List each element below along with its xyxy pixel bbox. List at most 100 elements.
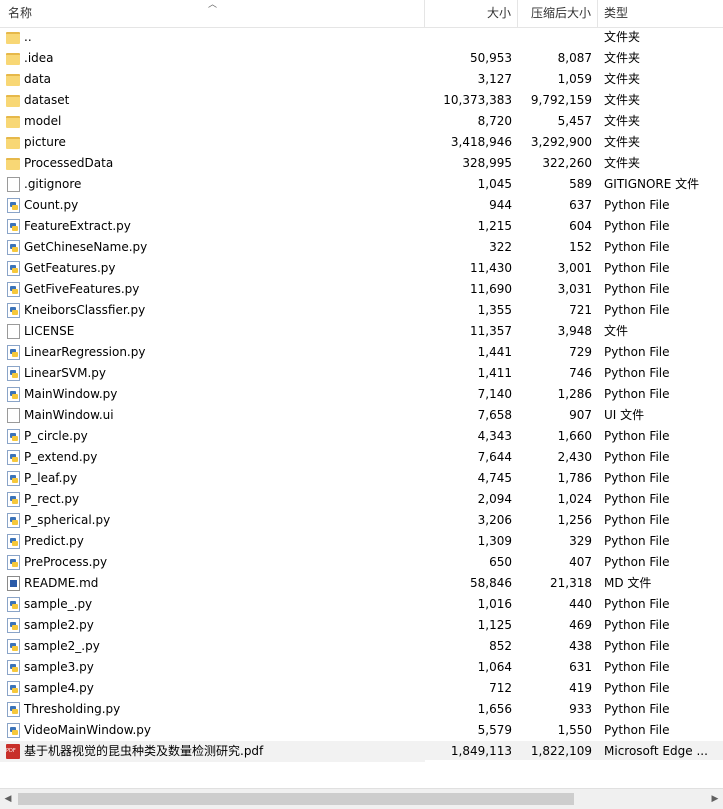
file-size: 7,644	[477, 450, 512, 464]
file-type: Python File	[604, 282, 670, 296]
file-row[interactable]: sample4.py 712 419 Python File	[0, 678, 723, 699]
file-row[interactable]: Thresholding.py 1,656 933 Python File	[0, 699, 723, 720]
column-size-header[interactable]: 大小	[425, 0, 518, 27]
file-size: 3,418,946	[450, 135, 512, 149]
file-size: 58,846	[470, 576, 512, 590]
file-size: 8,720	[477, 114, 512, 128]
scroll-left-arrow-icon[interactable]: ◀	[2, 792, 14, 806]
file-row[interactable]: Predict.py 1,309 329 Python File	[0, 531, 723, 552]
file-packed-size: 419	[569, 681, 592, 695]
python-file-icon	[7, 534, 20, 549]
folder-icon	[6, 116, 20, 128]
file-packed-size: 1,822,109	[530, 744, 592, 758]
file-row[interactable]: sample_.py 1,016 440 Python File	[0, 594, 723, 615]
column-packed-size-header[interactable]: 压缩后大小	[518, 0, 598, 27]
file-packed-size: 721	[569, 303, 592, 317]
file-name: dataset	[24, 93, 70, 107]
file-packed-size: 907	[569, 408, 592, 422]
file-row[interactable]: P_spherical.py 3,206 1,256 Python File	[0, 510, 723, 531]
file-row[interactable]: MainWindow.ui 7,658 907 UI 文件	[0, 405, 723, 426]
python-file-icon	[7, 492, 20, 507]
file-type: Python File	[604, 429, 670, 443]
column-type-header[interactable]: 类型	[598, 0, 723, 27]
file-row[interactable]: VideoMainWindow.py 5,579 1,550 Python File	[0, 720, 723, 741]
folder-icon	[6, 158, 20, 170]
file-row[interactable]: GetChineseName.py 322 152 Python File	[0, 237, 723, 258]
file-row[interactable]: sample3.py 1,064 631 Python File	[0, 657, 723, 678]
file-type: GITIGNORE 文件	[604, 177, 700, 191]
file-packed-size: 407	[569, 555, 592, 569]
file-row[interactable]: LinearRegression.py 1,441 729 Python File	[0, 342, 723, 363]
file-row[interactable]: P_leaf.py 4,745 1,786 Python File	[0, 468, 723, 489]
file-type: Python File	[604, 261, 670, 275]
file-row[interactable]: dataset 10,373,383 9,792,159 文件夹	[0, 90, 723, 111]
file-icon	[7, 177, 20, 192]
file-packed-size: 3,001	[557, 261, 592, 275]
file-name: data	[24, 72, 52, 86]
file-type: Python File	[604, 534, 670, 548]
file-row[interactable]: sample2.py 1,125 469 Python File	[0, 615, 723, 636]
file-row[interactable]: LinearSVM.py 1,411 746 Python File	[0, 363, 723, 384]
file-row[interactable]: Count.py 944 637 Python File	[0, 195, 723, 216]
file-row[interactable]: KneiborsClassfier.py 1,355 721 Python File	[0, 300, 723, 321]
file-row[interactable]: LICENSE 11,357 3,948 文件	[0, 321, 723, 342]
file-icon	[7, 324, 20, 339]
python-file-icon	[7, 261, 20, 276]
file-row[interactable]: model 8,720 5,457 文件夹	[0, 111, 723, 132]
file-type: 文件夹	[604, 93, 641, 107]
file-name: model	[24, 114, 62, 128]
python-file-icon	[7, 345, 20, 360]
file-name: ..	[24, 30, 32, 44]
file-row[interactable]: PreProcess.py 650 407 Python File	[0, 552, 723, 573]
file-name: FeatureExtract.py	[24, 219, 131, 233]
file-row[interactable]: data 3,127 1,059 文件夹	[0, 69, 723, 90]
file-list: .. 文件夹 .idea 50,953 8,087 文件夹 data 3,127 1,059 文件…	[0, 27, 723, 762]
file-row[interactable]: 基于机器视觉的昆虫种类及数量检测研究.pdf 1,849,113 1,822,109…	[0, 741, 723, 762]
file-size: 11,357	[470, 324, 512, 338]
file-packed-size: 5,457	[557, 114, 592, 128]
python-file-icon	[7, 282, 20, 297]
file-row[interactable]: FeatureExtract.py 1,215 604 Python File	[0, 216, 723, 237]
file-name: LinearRegression.py	[24, 345, 146, 359]
file-size: 1,064	[477, 660, 512, 674]
file-row[interactable]: GetFeatures.py 11,430 3,001 Python File	[0, 258, 723, 279]
file-type: UI 文件	[604, 408, 645, 422]
file-name: GetChineseName.py	[24, 240, 148, 254]
file-row[interactable]: P_circle.py 4,343 1,660 Python File	[0, 426, 723, 447]
file-name: README.md	[24, 576, 99, 590]
file-packed-size: 2,430	[557, 450, 592, 464]
file-size: 1,849,113	[450, 744, 512, 758]
file-row[interactable]: GetFiveFeatures.py 11,690 3,031 Python File	[0, 279, 723, 300]
file-packed-size: 604	[569, 219, 592, 233]
file-name: sample3.py	[24, 660, 94, 674]
file-row[interactable]: MainWindow.py 7,140 1,286 Python File	[0, 384, 723, 405]
file-row[interactable]: sample2_.py 852 438 Python File	[0, 636, 723, 657]
file-row[interactable]: ProcessedData 328,995 322,260 文件夹	[0, 153, 723, 174]
file-size: 7,140	[477, 387, 512, 401]
file-row[interactable]: picture 3,418,946 3,292,900 文件夹	[0, 132, 723, 153]
file-row[interactable]: P_rect.py 2,094 1,024 Python File	[0, 489, 723, 510]
file-packed-size: 729	[569, 345, 592, 359]
python-file-icon	[7, 618, 20, 633]
file-size: 1,045	[477, 177, 512, 191]
file-row[interactable]: P_extend.py 7,644 2,430 Python File	[0, 447, 723, 468]
file-size: 1,016	[477, 597, 512, 611]
scrollbar-thumb[interactable]	[18, 793, 574, 805]
file-packed-size: 1,550	[557, 723, 592, 737]
file-row[interactable]: .gitignore 1,045 589 GITIGNORE 文件	[0, 174, 723, 195]
file-name: sample_.py	[24, 597, 93, 611]
file-type: Python File	[604, 597, 670, 611]
file-packed-size: 21,318	[550, 576, 592, 590]
file-name: .idea	[24, 51, 54, 65]
file-type: Python File	[604, 345, 670, 359]
scroll-right-arrow-icon[interactable]: ▶	[709, 792, 721, 806]
file-row[interactable]: .. 文件夹	[0, 27, 723, 48]
file-type: Python File	[604, 219, 670, 233]
file-size: 1,125	[477, 618, 512, 632]
file-row[interactable]: .idea 50,953 8,087 文件夹	[0, 48, 723, 69]
file-row[interactable]: README.md 58,846 21,318 MD 文件	[0, 573, 723, 594]
folder-icon	[6, 74, 20, 86]
file-size: 712	[489, 681, 512, 695]
python-file-icon	[7, 429, 20, 444]
horizontal-scrollbar[interactable]: ◀ ▶	[0, 788, 723, 809]
